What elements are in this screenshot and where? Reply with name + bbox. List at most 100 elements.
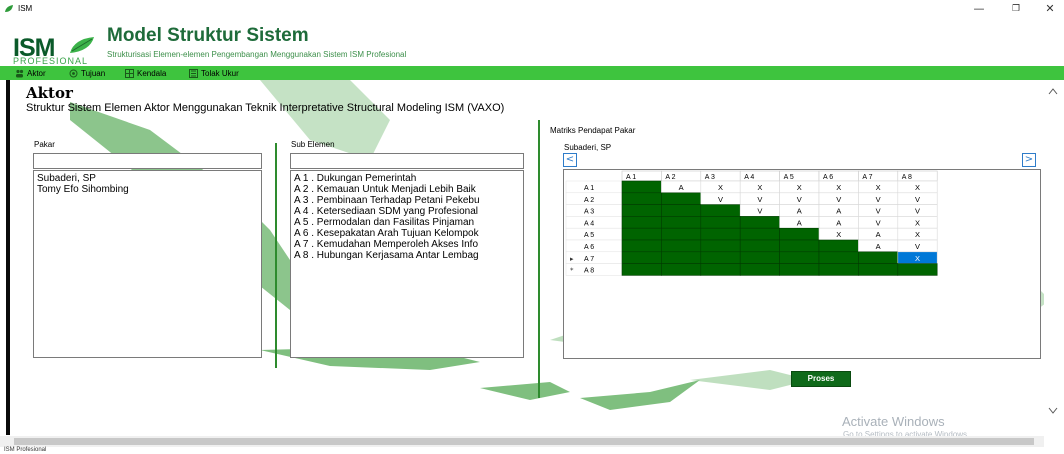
matrix-cell-value: V	[797, 195, 802, 204]
matrix-cell[interactable]	[779, 251, 820, 264]
matrix-cell-value: X	[915, 230, 920, 239]
matrix-cell[interactable]	[739, 239, 780, 253]
matrix-cell[interactable]	[661, 204, 702, 217]
matrix-cell[interactable]	[621, 204, 662, 217]
list-item[interactable]: A 4 . Ketersediaan SDM yang Profesional	[294, 206, 520, 217]
matrix-cell-value: X	[797, 183, 802, 192]
matrix-cell[interactable]	[621, 180, 662, 194]
matrix-cell-value: V	[836, 195, 841, 204]
matrix-cell[interactable]	[897, 263, 938, 276]
matrix-grid[interactable]: A 1A 2A 3A 4A 5A 6A 7A 8A 1 A X X X X X XA 2VVV…	[564, 170, 1040, 358]
matrix-cell[interactable]	[661, 227, 702, 241]
matrix-cell[interactable]	[818, 251, 859, 264]
matrix-cell[interactable]	[661, 251, 702, 264]
matrix-cell[interactable]	[818, 263, 859, 276]
matrix-cell-value: V	[757, 195, 762, 204]
app-leaf-icon	[5, 5, 13, 12]
matrix-cell-value: A	[876, 242, 881, 251]
matrix-cell[interactable]	[661, 239, 702, 253]
matrix-cell-value: X	[718, 183, 723, 192]
matrix-cell-value: V	[876, 195, 881, 204]
grid-icon	[125, 68, 134, 78]
column-header: A 4	[744, 174, 754, 181]
matrix-cell[interactable]	[700, 216, 741, 229]
matrix-cell[interactable]	[661, 216, 702, 229]
matrix-cell-value: V	[915, 195, 920, 204]
column-header: A 2	[665, 174, 675, 181]
maximize-button[interactable]: ❐	[1002, 1, 1030, 17]
matrix-cell-value: X	[876, 183, 881, 192]
matrix-cell-value: V	[915, 207, 920, 216]
leaf-logo-icon	[70, 37, 94, 53]
matrix-cell[interactable]	[779, 239, 820, 253]
matrix-cell[interactable]	[700, 227, 741, 241]
close-button[interactable]: ✕	[1036, 1, 1064, 17]
column-header: A 5	[784, 174, 794, 181]
matrix-cell[interactable]	[739, 216, 780, 229]
matrix-cell[interactable]	[858, 263, 899, 276]
matrix-cell[interactable]	[739, 227, 780, 241]
matrix-cell-value: V	[915, 242, 920, 251]
matrix-cell-value: X	[915, 254, 920, 263]
next-expert-button[interactable]: >	[1022, 153, 1036, 167]
menu-item-label: Kendala	[137, 68, 167, 78]
matrix-cell[interactable]	[818, 239, 859, 253]
matrix-cell[interactable]	[621, 239, 662, 253]
list-item[interactable]: A 1 . Dukungan Pemerintah	[294, 173, 520, 184]
menu-item-label: Tolak Ukur	[201, 68, 239, 78]
list-item[interactable]: A 6 . Kesepakatan Arah Tujuan Kelompok	[294, 228, 520, 239]
row-header: A 1	[584, 185, 594, 192]
matrix-cell[interactable]	[621, 227, 662, 241]
pakar-list[interactable]: Subaderi, SP Tomy Efo Sihombing	[33, 170, 262, 358]
matrix-cell[interactable]	[700, 204, 741, 217]
matrix-cell[interactable]	[661, 192, 702, 205]
matrix-cell[interactable]	[858, 251, 899, 264]
vertical-scrollbar[interactable]	[1044, 80, 1062, 436]
sub-elemen-list[interactable]: A 1 . Dukungan Pemerintah A 2 . Kemauan …	[290, 170, 524, 358]
matrix-cell[interactable]	[739, 251, 780, 264]
matrix-cell-value: A	[836, 218, 841, 227]
matrix-cell[interactable]	[621, 192, 662, 205]
minimize-button[interactable]: —	[965, 1, 993, 17]
matrix-cell-value: A	[876, 230, 881, 239]
sub-elemen-search-input[interactable]	[290, 153, 524, 169]
list-item[interactable]: Subaderi, SP	[37, 173, 258, 184]
matrix-cell[interactable]	[779, 263, 820, 276]
proses-button[interactable]: Proses	[791, 371, 851, 387]
list-item[interactable]: A 7 . Kemudahan Memperoleh Akses Info	[294, 239, 520, 250]
list-item[interactable]: A 8 . Hubungan Kerjasama Antar Lembag	[294, 250, 520, 261]
app-title: Model Struktur Sistem	[107, 25, 309, 46]
menu-item-aktor[interactable]: Aktor	[15, 67, 46, 79]
matrix-cell-value: A	[679, 183, 684, 192]
horizontal-scrollbar[interactable]	[0, 436, 1044, 447]
matrix-cell[interactable]	[700, 263, 741, 276]
pakar-search-input[interactable]	[33, 153, 262, 169]
scrollbar-thumb[interactable]	[14, 438, 1034, 445]
matrix-cell[interactable]	[621, 263, 662, 276]
row-header: A 3	[584, 209, 594, 216]
matrix-cell[interactable]	[621, 216, 662, 229]
column-header: A 7	[862, 174, 872, 181]
menu-item-label: Tujuan	[81, 68, 106, 78]
menu-item-tujuan[interactable]: Tujuan	[69, 67, 105, 79]
list-item[interactable]: A 2 . Kemauan Untuk Menjadi Lebih Baik	[294, 184, 520, 195]
panel-divider	[275, 143, 277, 368]
matrix-cell[interactable]	[779, 227, 820, 241]
matrix-cell[interactable]	[700, 239, 741, 253]
matrix-cell[interactable]	[621, 251, 662, 264]
row-header: A 6	[584, 244, 594, 251]
matrix-cell[interactable]	[661, 263, 702, 276]
list-item[interactable]: A 5 . Permodalan dan Fasilitas Pinjaman	[294, 217, 520, 228]
menu-item-label: Aktor	[27, 68, 46, 78]
list-item[interactable]: Tomy Efo Sihombing	[37, 184, 258, 195]
prev-expert-button[interactable]: <	[563, 153, 577, 167]
menu-item-tolak-ukur[interactable]: Tolak Ukur	[189, 67, 239, 79]
matrix-expert-name: Subaderi, SP	[564, 143, 612, 152]
app-header: ISM PROFESIONAL Model Struktur Sistem St…	[0, 20, 1064, 66]
list-item[interactable]: A 3 . Pembinaan Terhadap Petani Pekebu	[294, 195, 520, 206]
matrix-cell[interactable]	[700, 251, 741, 264]
matrix-cell-value: X	[836, 230, 841, 239]
people-icon	[16, 69, 24, 77]
matrix-cell[interactable]	[739, 263, 780, 276]
menu-item-kendala[interactable]: Kendala	[125, 67, 166, 79]
